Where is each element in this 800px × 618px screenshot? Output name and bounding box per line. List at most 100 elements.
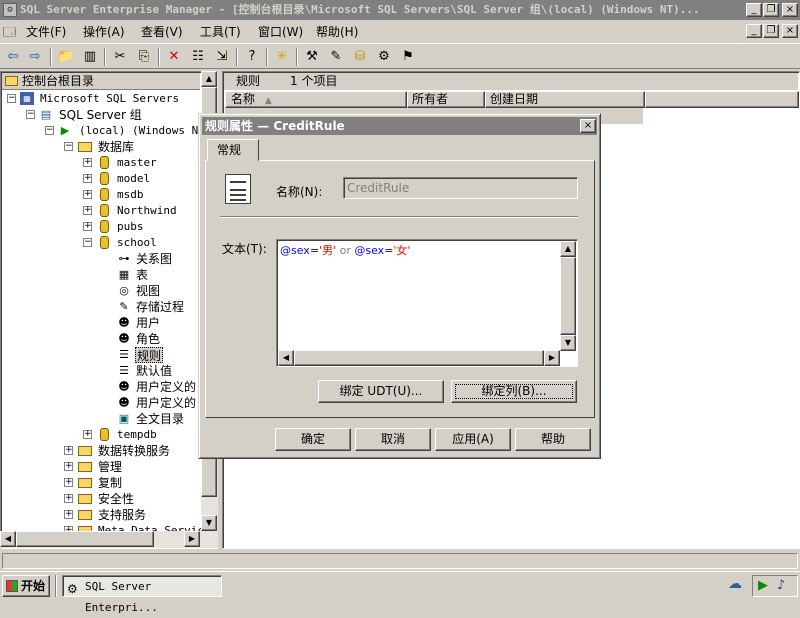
- expand-group[interactable]: −: [26, 110, 35, 119]
- tree-hscroll-thumb[interactable]: [16, 531, 154, 547]
- tree-model[interactable]: model: [117, 171, 150, 187]
- start-button[interactable]: 开始: [2, 575, 50, 597]
- tree-procs[interactable]: 存储过程: [136, 299, 184, 315]
- tree-horizontal-scrollbar[interactable]: ◀ ▶: [0, 531, 218, 548]
- tree-views[interactable]: 视图: [136, 283, 160, 299]
- tree-security[interactable]: 安全性: [98, 491, 134, 507]
- expand-support[interactable]: +: [64, 510, 73, 519]
- editor-scroll-down-icon[interactable]: ▼: [560, 335, 576, 351]
- tree-root-label[interactable]: 控制台根目录: [22, 74, 94, 88]
- tree-databases[interactable]: 数据库: [98, 139, 134, 155]
- close-button[interactable]: ×: [782, 3, 798, 17]
- show-tree-icon[interactable]: ▥: [80, 47, 100, 67]
- query-icon[interactable]: ✎: [326, 47, 346, 67]
- tree-school[interactable]: school: [117, 235, 157, 251]
- expand-replication[interactable]: +: [64, 478, 73, 487]
- expand-dts[interactable]: +: [64, 446, 73, 455]
- scroll-up-icon[interactable]: ▲: [201, 71, 217, 87]
- dialog-close-button[interactable]: ×: [580, 119, 596, 133]
- expand-databases[interactable]: −: [64, 142, 73, 151]
- expand-northwind[interactable]: +: [83, 206, 92, 215]
- tree-udf[interactable]: 用户定义的: [136, 395, 196, 411]
- cancel-button[interactable]: 取消: [355, 428, 431, 451]
- cut-icon[interactable]: ✂: [110, 47, 130, 67]
- menu-file[interactable]: 文件(F): [26, 24, 66, 40]
- tree-pubs[interactable]: pubs: [117, 219, 144, 235]
- scroll-down-icon[interactable]: ▼: [201, 515, 217, 531]
- taskbar-task-sql[interactable]: ⚙ SQL Server Enterpri...: [62, 575, 222, 614]
- apply-button[interactable]: 应用(A): [435, 428, 511, 451]
- tree-management[interactable]: 管理: [98, 459, 122, 475]
- expand-msdb[interactable]: +: [83, 190, 92, 199]
- expand-management[interactable]: +: [64, 462, 73, 471]
- tree-group[interactable]: SQL Server 组: [59, 107, 142, 123]
- expand-servers[interactable]: −: [7, 94, 16, 103]
- tree-diagrams[interactable]: 关系图: [136, 251, 172, 267]
- menu-view[interactable]: 查看(V): [141, 24, 183, 40]
- manage-icon[interactable]: ⚙: [374, 47, 394, 67]
- speaker-icon[interactable]: ♪: [777, 578, 785, 593]
- bind-udt-button[interactable]: 绑定 UDT(U)...: [318, 380, 444, 403]
- copy-icon[interactable]: ⎘: [134, 47, 154, 67]
- expand-tempdb[interactable]: +: [83, 430, 92, 439]
- expand-school[interactable]: −: [83, 238, 92, 247]
- database-icon[interactable]: ⛁: [350, 47, 370, 67]
- help-icon[interactable]: ?: [242, 47, 262, 67]
- child-restore-button[interactable]: ❐: [763, 24, 779, 38]
- tree-tempdb[interactable]: tempdb: [117, 427, 157, 443]
- editor-scroll-right-icon[interactable]: ▶: [544, 350, 560, 366]
- tree-msdb[interactable]: msdb: [117, 187, 144, 203]
- expand-master[interactable]: +: [83, 158, 92, 167]
- new-icon[interactable]: ✳: [272, 47, 292, 67]
- back-icon[interactable]: ⇦: [3, 47, 23, 67]
- tree-users[interactable]: 用户: [136, 315, 160, 331]
- editor-scroll-up-icon[interactable]: ▲: [560, 241, 576, 257]
- tree-rules[interactable]: 规则: [135, 347, 164, 363]
- minimize-button[interactable]: _: [746, 3, 762, 17]
- column-header-name[interactable]: 名称 ▲: [225, 91, 407, 108]
- menu-action[interactable]: 操作(A): [83, 24, 125, 40]
- export-list-icon[interactable]: ⇲: [212, 47, 232, 67]
- tree-local[interactable]: (local) (Windows NT): [79, 123, 211, 139]
- menu-tools[interactable]: 工具(T): [200, 24, 241, 40]
- editor-hscroll[interactable]: ◀ ▶: [278, 350, 560, 366]
- expand-local[interactable]: −: [45, 126, 54, 135]
- network-icon[interactable]: ☁: [728, 576, 742, 592]
- tree-master[interactable]: master: [117, 155, 157, 171]
- tree-roles[interactable]: 角色: [136, 331, 160, 347]
- tree-northwind[interactable]: Northwind: [117, 203, 177, 219]
- editor-hscroll-thumb[interactable]: [294, 350, 544, 366]
- bind-column-button[interactable]: 绑定列(B)...: [451, 380, 577, 403]
- tree-fulltext[interactable]: 全文目录: [136, 411, 184, 427]
- ok-button[interactable]: 确定: [275, 428, 351, 451]
- tree-support[interactable]: 支持服务: [98, 507, 146, 523]
- forward-icon[interactable]: ⇨: [25, 47, 45, 67]
- menu-help[interactable]: 帮助(H): [316, 24, 358, 40]
- tree-servers[interactable]: Microsoft SQL Servers: [40, 91, 179, 107]
- scroll-right-icon[interactable]: ▶: [184, 531, 200, 547]
- column-header-created[interactable]: 创建日期: [485, 91, 645, 108]
- name-field[interactable]: CreditRule: [343, 177, 578, 199]
- tree-tables[interactable]: 表: [136, 267, 148, 283]
- expand-security[interactable]: +: [64, 494, 73, 503]
- sql-service-icon[interactable]: ▶: [758, 578, 768, 593]
- wizard-icon[interactable]: ⚒: [302, 47, 322, 67]
- delete-icon[interactable]: ✕: [164, 47, 184, 67]
- job-icon[interactable]: ⚑: [398, 47, 418, 67]
- editor-scroll-left-icon[interactable]: ◀: [278, 350, 294, 366]
- child-close-button[interactable]: ×: [782, 24, 798, 38]
- expand-model[interactable]: +: [83, 174, 92, 183]
- tree-dts[interactable]: 数据转换服务: [98, 443, 170, 459]
- up-level-icon[interactable]: 📁: [56, 47, 76, 67]
- menu-window[interactable]: 窗口(W): [258, 24, 303, 40]
- help-button[interactable]: 帮助: [515, 428, 591, 451]
- tree-replication[interactable]: 复制: [98, 475, 122, 491]
- rule-text-editor[interactable]: @sex='男' or @sex='女' ▲ ▼ ◀ ▶: [276, 239, 578, 367]
- tree-defaults[interactable]: 默认值: [136, 363, 172, 379]
- maximize-button[interactable]: ❐: [763, 3, 779, 17]
- properties-icon[interactable]: ☷: [188, 47, 208, 67]
- tree-udt[interactable]: 用户定义的: [136, 379, 196, 395]
- expand-pubs[interactable]: +: [83, 222, 92, 231]
- column-header-owner[interactable]: 所有者: [407, 91, 485, 108]
- editor-vscroll-thumb[interactable]: [560, 257, 576, 335]
